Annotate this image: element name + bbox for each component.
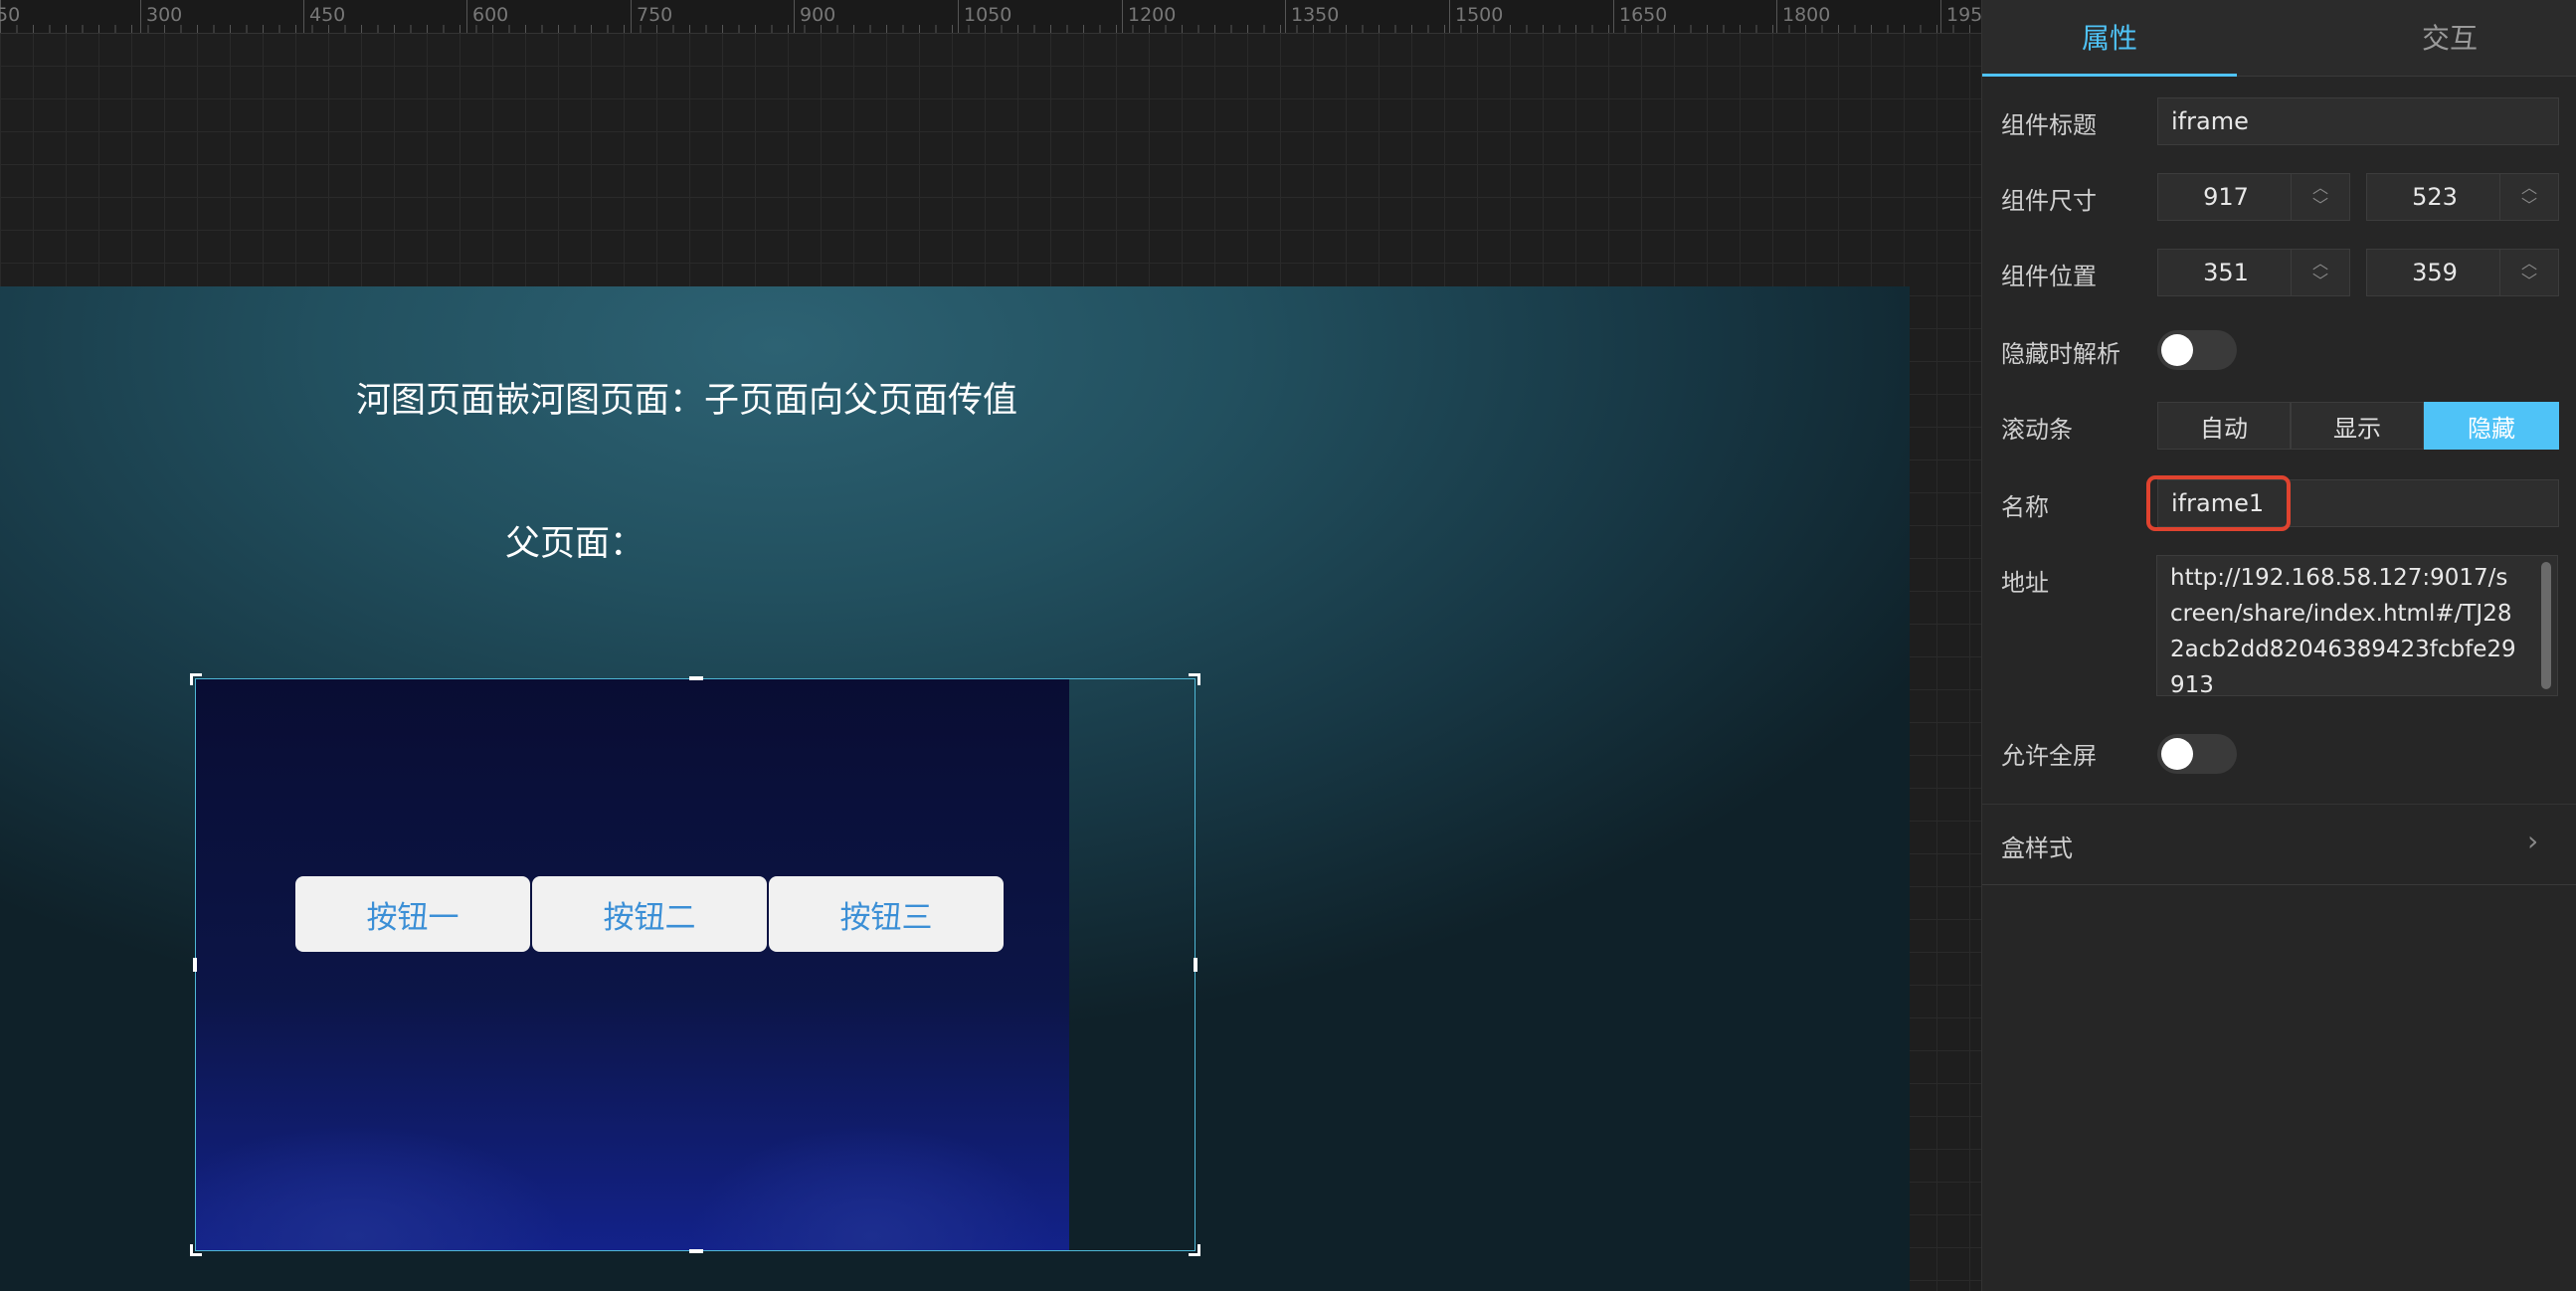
box-style-section[interactable]: 盒样式 › xyxy=(1982,804,2576,885)
name-label: 名称 xyxy=(2001,493,2049,521)
ruler-tick-label: 1500 xyxy=(1455,4,1504,26)
resize-handle-bottom[interactable] xyxy=(689,1249,703,1253)
ruler-tick-line xyxy=(1613,0,1614,33)
address-label: 地址 xyxy=(2001,569,2049,597)
iframe-button-two[interactable]: 按钮二 xyxy=(532,876,767,952)
horizontal-ruler: 50 300 450 600 750 900 1050 1200 1350 15… xyxy=(0,0,1981,34)
position-x-value: 351 xyxy=(2203,259,2249,286)
ruler-tick-line xyxy=(466,0,467,33)
iframe-content-preview: 按钮一 按钮二 按钮三 xyxy=(196,679,1069,1250)
ruler-tick-label: 1050 xyxy=(964,4,1012,26)
panel-tabs: 属性 交互 xyxy=(1982,0,2576,77)
tab-interaction[interactable]: 交互 xyxy=(2322,0,2576,74)
resize-handle-top-right[interactable] xyxy=(1189,673,1200,685)
size-height-stepper[interactable]: 523 ︿ ﹀ xyxy=(2366,173,2559,221)
parent-page-label[interactable]: 父页面： xyxy=(505,515,644,566)
ruler-tick-label: 600 xyxy=(472,4,509,26)
size-width-value: 917 xyxy=(2203,183,2249,211)
parse-when-hidden-label: 隐藏时解析 xyxy=(2001,340,2120,368)
position-y-stepper[interactable]: 359 ︿ ﹀ xyxy=(2366,249,2559,296)
chevron-down-icon[interactable]: ﹀ xyxy=(2312,273,2328,290)
ruler-tick-line xyxy=(794,0,795,33)
ruler-tick-label: 1800 xyxy=(1782,4,1831,26)
iframe-component[interactable]: 按钮一 按钮二 按钮三 xyxy=(190,673,1200,1256)
ruler-tick-label: 50 xyxy=(0,4,21,26)
ruler-tick-line xyxy=(303,0,304,33)
iframe-button-one[interactable]: 按钮一 xyxy=(295,876,530,952)
chevron-right-icon[interactable]: › xyxy=(2527,825,2538,857)
chevron-up-icon[interactable]: ︿ xyxy=(2521,255,2537,273)
ruler-tick-label: 900 xyxy=(800,4,836,26)
box-style-label: 盒样式 xyxy=(2001,834,2073,862)
ruler-tick-line xyxy=(1285,0,1286,33)
scrollbar-option-auto[interactable]: 自动 xyxy=(2157,402,2291,450)
ruler-tick-line xyxy=(1449,0,1450,33)
stepper-arrows[interactable]: ︿ ﹀ xyxy=(2499,174,2558,220)
resize-handle-bottom-left[interactable] xyxy=(190,1244,202,1256)
stepper-arrows[interactable]: ︿ ﹀ xyxy=(2291,174,2349,220)
stepper-arrows[interactable]: ︿ ﹀ xyxy=(2499,250,2558,295)
stepper-arrows[interactable]: ︿ ﹀ xyxy=(2291,250,2349,295)
stage-title-text[interactable]: 河图页面嵌河图页面：子页面向父页面传值 xyxy=(356,372,1017,423)
chevron-up-icon[interactable]: ︿ xyxy=(2521,179,2537,197)
resize-handle-left[interactable] xyxy=(193,958,197,972)
ruler-tick-line xyxy=(1776,0,1777,33)
iframe-button-three[interactable]: 按钮三 xyxy=(769,876,1004,952)
parse-when-hidden-toggle[interactable] xyxy=(2157,330,2237,370)
resize-handle-right[interactable] xyxy=(1194,958,1197,972)
ruler-tick-label: 1350 xyxy=(1291,4,1340,26)
scrollbar-label: 滚动条 xyxy=(2001,416,2073,444)
component-title-label: 组件标题 xyxy=(2001,111,2097,139)
ruler-tick-line xyxy=(140,0,141,33)
canvas-workspace[interactable]: 50 300 450 600 750 900 1050 1200 1350 15… xyxy=(0,0,1981,1291)
ruler-tick-label: 1650 xyxy=(1619,4,1668,26)
address-textarea[interactable]: http://192.168.58.127:9017/screen/share/… xyxy=(2156,555,2558,696)
scrollbar-option-hide[interactable]: 隐藏 xyxy=(2424,402,2559,450)
chevron-down-icon[interactable]: ﹀ xyxy=(2521,273,2537,290)
ruler-tick-label: 750 xyxy=(637,4,673,26)
resize-handle-top-left[interactable] xyxy=(190,673,202,685)
allow-fullscreen-label: 允许全屏 xyxy=(2001,742,2097,770)
component-position-label: 组件位置 xyxy=(2001,263,2097,290)
ruler-tick-line xyxy=(631,0,632,33)
component-size-label: 组件尺寸 xyxy=(2001,187,2097,215)
address-text: http://192.168.58.127:9017/screen/share/… xyxy=(2170,565,2516,696)
tab-attributes[interactable]: 属性 xyxy=(1982,0,2237,77)
size-height-value: 523 xyxy=(2412,183,2458,211)
ruler-tick-line xyxy=(1940,0,1941,33)
screen-stage[interactable]: 河图页面嵌河图页面：子页面向父页面传值 父页面： 按钮一 按钮二 按钮三 xyxy=(0,286,1910,1291)
component-title-input[interactable]: iframe xyxy=(2157,97,2559,145)
toggle-knob xyxy=(2161,738,2193,770)
chevron-up-icon[interactable]: ︿ xyxy=(2312,255,2328,273)
ruler-tick-label: 300 xyxy=(146,4,183,26)
resize-handle-bottom-right[interactable] xyxy=(1189,1244,1200,1256)
toggle-knob xyxy=(2161,334,2193,366)
position-x-stepper[interactable]: 351 ︿ ﹀ xyxy=(2157,249,2350,296)
scrollbar-option-show[interactable]: 显示 xyxy=(2291,402,2424,450)
name-field-highlight-annotation xyxy=(2146,475,2291,531)
position-y-value: 359 xyxy=(2412,259,2458,286)
chevron-down-icon[interactable]: ﹀ xyxy=(2521,197,2537,215)
ruler-tick-line xyxy=(1122,0,1123,33)
ruler-tick-label: 450 xyxy=(309,4,346,26)
chevron-up-icon[interactable]: ︿ xyxy=(2312,179,2328,197)
resize-handle-top[interactable] xyxy=(689,676,703,680)
address-scrollbar[interactable] xyxy=(2541,562,2551,689)
size-width-stepper[interactable]: 917 ︿ ﹀ xyxy=(2157,173,2350,221)
ruler-tick-label: 1200 xyxy=(1128,4,1177,26)
ruler-tick-line xyxy=(958,0,959,33)
allow-fullscreen-toggle[interactable] xyxy=(2157,734,2237,774)
chevron-down-icon[interactable]: ﹀ xyxy=(2312,197,2328,215)
ruler-tick-label: 195 xyxy=(1946,4,1981,26)
